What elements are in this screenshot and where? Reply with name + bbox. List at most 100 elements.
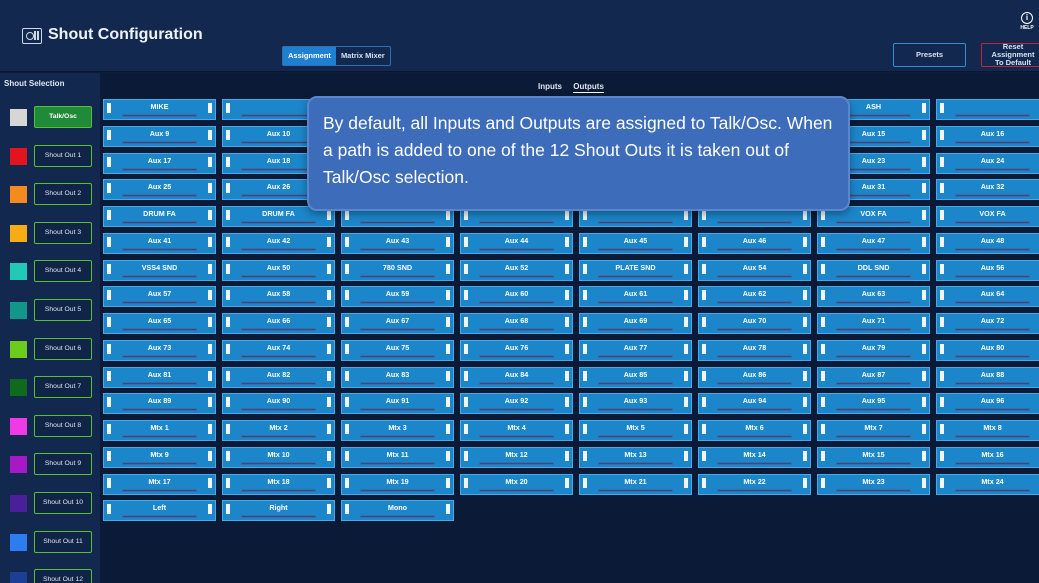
output-path-tile[interactable]: Aux 42 xyxy=(222,232,335,254)
shout-item-4[interactable]: Shout Out 4 xyxy=(10,260,96,283)
output-path-tile[interactable]: Aux 79 xyxy=(817,339,930,361)
shout-item-1[interactable]: Shout Out 1 xyxy=(10,144,96,167)
output-path-tile[interactable]: Aux 96 xyxy=(936,393,1039,415)
output-path-tile[interactable]: Aux 17 xyxy=(103,152,216,174)
output-path-tile[interactable]: Aux 32 xyxy=(936,179,1039,201)
tab-assignment[interactable]: Assignment xyxy=(283,47,336,65)
output-path-tile[interactable]: Mtx 3 xyxy=(341,420,454,441)
shout-select-button[interactable]: Shout Out 10 xyxy=(34,492,92,514)
shout-item-6[interactable]: Shout Out 6 xyxy=(10,337,96,360)
output-path-tile[interactable]: Aux 95 xyxy=(817,393,930,415)
output-path-tile[interactable]: Aux 91 xyxy=(341,393,454,415)
help-button[interactable]: i HELP xyxy=(1018,12,1036,31)
output-path-tile[interactable]: Aux 77 xyxy=(579,339,692,361)
output-path-tile[interactable]: Aux 56 xyxy=(936,259,1039,281)
output-path-tile[interactable]: Mtx 11 xyxy=(341,446,454,468)
output-path-tile[interactable]: Aux 25 xyxy=(103,179,216,201)
output-path-tile[interactable]: Aux 93 xyxy=(579,393,692,415)
output-path-tile[interactable]: Mtx 9 xyxy=(103,446,216,468)
output-path-tile[interactable]: Aux 78 xyxy=(698,339,811,361)
output-path-tile[interactable]: VSS4 SND xyxy=(103,259,216,281)
output-path-tile[interactable]: Mtx 14 xyxy=(698,446,811,468)
output-path-tile[interactable]: Aux 61 xyxy=(579,286,692,308)
output-path-tile[interactable]: Aux 47 xyxy=(817,232,930,254)
shout-select-button[interactable]: Shout Out 4 xyxy=(34,260,92,283)
output-path-tile[interactable]: Aux 65 xyxy=(103,313,216,334)
shout-item-8[interactable]: Shout Out 8 xyxy=(10,414,96,437)
output-path-tile[interactable]: Mtx 13 xyxy=(579,446,692,468)
output-path-tile[interactable]: Mtx 23 xyxy=(817,473,930,495)
output-path-tile[interactable]: 780 SND xyxy=(341,259,454,281)
output-path-tile[interactable]: Aux 58 xyxy=(222,286,335,308)
output-path-tile[interactable]: Mtx 2 xyxy=(222,420,335,441)
output-path-tile[interactable]: Aux 72 xyxy=(936,313,1039,334)
shout-select-button[interactable]: Shout Out 6 xyxy=(34,337,92,360)
output-path-tile[interactable]: Aux 64 xyxy=(936,286,1039,308)
output-path-tile[interactable]: Mtx 8 xyxy=(936,420,1039,441)
output-path-tile[interactable]: Aux 67 xyxy=(341,313,454,334)
presets-button[interactable]: Presets xyxy=(893,43,966,67)
output-path-tile[interactable]: Mtx 22 xyxy=(698,473,811,495)
output-path-tile[interactable]: Mtx 10 xyxy=(222,446,335,468)
output-path-tile[interactable]: Mono xyxy=(341,500,454,522)
output-path-tile[interactable]: Mtx 21 xyxy=(579,473,692,495)
output-path-tile[interactable]: Aux 68 xyxy=(460,313,573,334)
shout-select-button[interactable]: Shout Out 3 xyxy=(34,221,92,244)
shout-item-5[interactable]: Shout Out 5 xyxy=(10,299,96,321)
output-path-tile[interactable]: Mtx 5 xyxy=(579,420,692,441)
output-path-tile[interactable]: Aux 94 xyxy=(698,393,811,415)
output-path-tile[interactable]: PLATE SND xyxy=(579,259,692,281)
output-path-tile[interactable]: Aux 71 xyxy=(817,313,930,334)
output-path-tile[interactable]: Mtx 12 xyxy=(460,446,573,468)
output-path-tile[interactable]: Aux 59 xyxy=(341,286,454,308)
outputs-tab[interactable]: Outputs xyxy=(573,82,604,93)
output-path-tile[interactable]: Mtx 24 xyxy=(936,473,1039,495)
output-path-tile[interactable]: Aux 60 xyxy=(460,286,573,308)
output-path-tile[interactable]: Aux 90 xyxy=(222,393,335,415)
shout-item-11[interactable]: Shout Out 11 xyxy=(10,530,96,553)
output-path-tile[interactable]: Aux 45 xyxy=(579,232,692,254)
output-path-tile[interactable]: Aux 44 xyxy=(460,232,573,254)
output-path-tile[interactable]: Aux 74 xyxy=(222,339,335,361)
output-path-tile[interactable]: Aux 54 xyxy=(698,259,811,281)
output-path-tile[interactable]: Mtx 18 xyxy=(222,473,335,495)
shout-select-button[interactable]: Shout Out 12 xyxy=(34,569,92,583)
shout-item-9[interactable]: Shout Out 9 xyxy=(10,453,96,476)
output-path-tile[interactable] xyxy=(936,99,1039,120)
output-path-tile[interactable]: Mtx 20 xyxy=(460,473,573,495)
output-path-tile[interactable]: MIKE xyxy=(103,99,216,120)
output-path-tile[interactable]: Aux 87 xyxy=(817,366,930,388)
output-path-tile[interactable]: Aux 62 xyxy=(698,286,811,308)
output-path-tile[interactable]: Aux 75 xyxy=(341,339,454,361)
output-path-tile[interactable]: Aux 16 xyxy=(936,125,1039,147)
tab-matrix-mixer[interactable]: Matrix Mixer xyxy=(336,47,390,65)
output-path-tile[interactable]: Aux 9 xyxy=(103,125,216,147)
output-path-tile[interactable]: Aux 84 xyxy=(460,366,573,388)
output-path-tile[interactable]: Aux 86 xyxy=(698,366,811,388)
output-path-tile[interactable]: Mtx 1 xyxy=(103,420,216,441)
shout-select-button[interactable]: Shout Out 5 xyxy=(34,299,92,321)
output-path-tile[interactable]: Aux 82 xyxy=(222,366,335,388)
output-path-tile[interactable]: Aux 43 xyxy=(341,232,454,254)
shout-select-button[interactable]: Shout Out 11 xyxy=(34,530,92,553)
output-path-tile[interactable]: Aux 52 xyxy=(460,259,573,281)
output-path-tile[interactable]: Aux 73 xyxy=(103,339,216,361)
output-path-tile[interactable]: Aux 50 xyxy=(222,259,335,281)
output-path-tile[interactable]: Aux 89 xyxy=(103,393,216,415)
output-path-tile[interactable]: Mtx 6 xyxy=(698,420,811,441)
shout-select-button[interactable]: Shout Out 9 xyxy=(34,453,92,476)
output-path-tile[interactable]: Aux 69 xyxy=(579,313,692,334)
inputs-tab[interactable]: Inputs xyxy=(538,82,562,91)
output-path-tile[interactable]: Mtx 7 xyxy=(817,420,930,441)
output-path-tile[interactable]: Aux 46 xyxy=(698,232,811,254)
shout-item-12[interactable]: Shout Out 12 xyxy=(10,569,96,583)
shout-item-0[interactable]: Talk/Osc xyxy=(10,106,96,128)
shout-item-3[interactable]: Shout Out 3 xyxy=(10,221,96,244)
output-path-tile[interactable]: Aux 24 xyxy=(936,152,1039,174)
output-path-tile[interactable]: Aux 81 xyxy=(103,366,216,388)
output-path-tile[interactable]: Aux 66 xyxy=(222,313,335,334)
output-path-tile[interactable]: Mtx 16 xyxy=(936,446,1039,468)
output-path-tile[interactable]: Aux 83 xyxy=(341,366,454,388)
output-path-tile[interactable]: Aux 88 xyxy=(936,366,1039,388)
shout-select-button[interactable]: Talk/Osc xyxy=(34,106,92,128)
